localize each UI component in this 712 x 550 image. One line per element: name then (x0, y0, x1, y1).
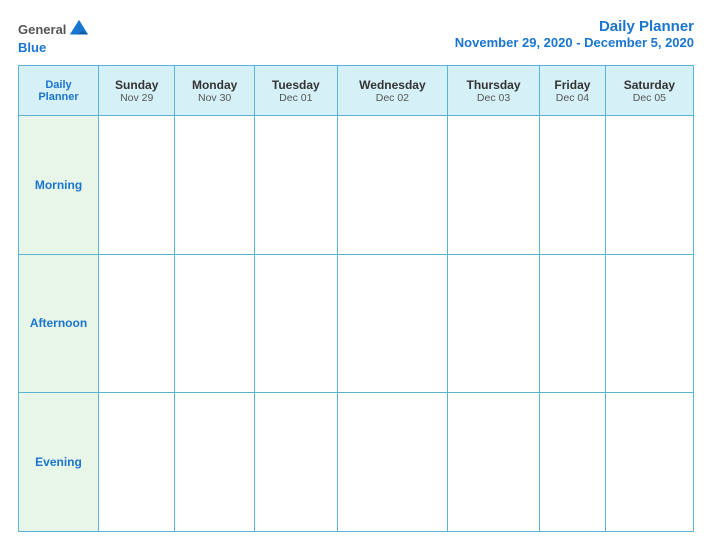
logo-icon (68, 18, 90, 40)
friday-label: Friday (544, 78, 601, 92)
col-header-saturday: Saturday Dec 05 (605, 66, 693, 116)
col-header-tuesday: Tuesday Dec 01 (254, 66, 337, 116)
page-header: General Blue Daily Planner November 29, … (18, 18, 694, 55)
evening-monday[interactable] (175, 393, 254, 532)
col-header-thursday: Thursday Dec 03 (448, 66, 540, 116)
evening-sunday[interactable] (99, 393, 175, 532)
logo-blue-text: Blue (18, 40, 46, 55)
thursday-label: Thursday (452, 78, 535, 92)
afternoon-label: Afternoon (19, 254, 99, 393)
afternoon-tuesday[interactable] (254, 254, 337, 393)
morning-label: Morning (19, 116, 99, 255)
table-row-morning: Morning (19, 116, 694, 255)
sunday-date: Nov 29 (103, 92, 170, 104)
col-header-friday: Friday Dec 04 (540, 66, 606, 116)
evening-tuesday[interactable] (254, 393, 337, 532)
tuesday-label: Tuesday (259, 78, 333, 92)
date-range: November 29, 2020 - December 5, 2020 (455, 35, 694, 50)
col-header-sunday: Sunday Nov 29 (99, 66, 175, 116)
monday-label: Monday (179, 78, 249, 92)
morning-saturday[interactable] (605, 116, 693, 255)
evening-wednesday[interactable] (337, 393, 447, 532)
friday-date: Dec 04 (544, 92, 601, 104)
evening-saturday[interactable] (605, 393, 693, 532)
sunday-label: Sunday (103, 78, 170, 92)
planner-title: Daily Planner (455, 18, 694, 35)
logo-general-text: General (18, 22, 66, 37)
tuesday-date: Dec 01 (259, 92, 333, 104)
saturday-label: Saturday (610, 78, 689, 92)
saturday-date: Dec 05 (610, 92, 689, 104)
afternoon-wednesday[interactable] (337, 254, 447, 393)
evening-friday[interactable] (540, 393, 606, 532)
afternoon-saturday[interactable] (605, 254, 693, 393)
table-header-row: Daily Planner Sunday Nov 29 Monday Nov 3… (19, 66, 694, 116)
planner-header-cell: Daily Planner (19, 66, 99, 116)
col-header-wednesday: Wednesday Dec 02 (337, 66, 447, 116)
evening-label: Evening (19, 393, 99, 532)
morning-tuesday[interactable] (254, 116, 337, 255)
title-area: Daily Planner November 29, 2020 - Decemb… (455, 18, 694, 50)
thursday-date: Dec 03 (452, 92, 535, 104)
afternoon-friday[interactable] (540, 254, 606, 393)
afternoon-sunday[interactable] (99, 254, 175, 393)
afternoon-thursday[interactable] (448, 254, 540, 393)
morning-wednesday[interactable] (337, 116, 447, 255)
logo: General Blue (18, 18, 90, 55)
morning-friday[interactable] (540, 116, 606, 255)
col-header-monday: Monday Nov 30 (175, 66, 254, 116)
morning-thursday[interactable] (448, 116, 540, 255)
wednesday-date: Dec 02 (342, 92, 443, 104)
table-row-evening: Evening (19, 393, 694, 532)
wednesday-label: Wednesday (342, 78, 443, 92)
monday-date: Nov 30 (179, 92, 249, 104)
planner-label-line1: Daily (45, 79, 71, 91)
evening-thursday[interactable] (448, 393, 540, 532)
morning-monday[interactable] (175, 116, 254, 255)
planner-label-line2: Planner (38, 91, 78, 103)
afternoon-monday[interactable] (175, 254, 254, 393)
morning-sunday[interactable] (99, 116, 175, 255)
planner-table: Daily Planner Sunday Nov 29 Monday Nov 3… (18, 65, 694, 532)
table-row-afternoon: Afternoon (19, 254, 694, 393)
